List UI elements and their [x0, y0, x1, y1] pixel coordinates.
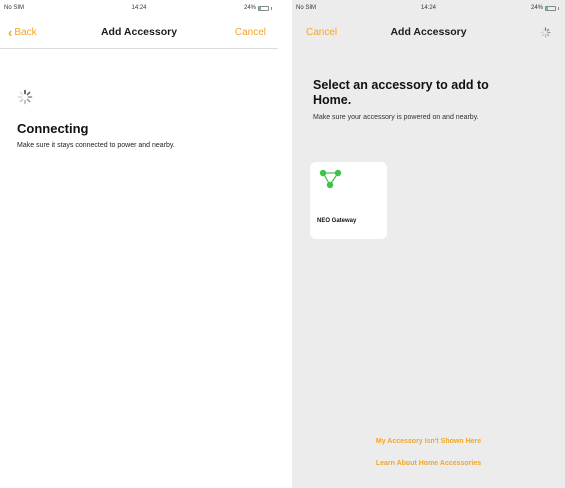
select-accessory-screen: No SIM 14:24 24% Cancel Add Accessory Se… — [292, 0, 565, 488]
battery-icon — [545, 5, 556, 11]
activity-spinner-icon — [17, 89, 33, 105]
battery-percent: 24% — [243, 5, 256, 11]
battery-indicator: 24% — [531, 5, 559, 11]
connecting-title: Connecting — [17, 121, 89, 136]
select-heading: Select an accessory to add to Home. — [313, 78, 489, 107]
status-bar: No SIM 14:24 24% — [0, 5, 278, 15]
activity-spinner-icon — [540, 27, 551, 38]
accessory-not-shown-link[interactable]: My Accessory Isn't Shown Here — [292, 438, 565, 445]
connecting-message: Make sure it stays connected to power an… — [17, 142, 175, 149]
navigation-bar: Cancel Add Accessory — [292, 18, 565, 48]
battery-percent: 24% — [530, 5, 543, 11]
status-bar: No SIM 14:24 24% — [292, 5, 565, 15]
gateway-icon — [318, 168, 346, 197]
cancel-button[interactable]: Cancel — [235, 27, 266, 38]
accessory-tile[interactable]: NEO Gateway — [310, 162, 387, 239]
navigation-bar: ‹ Back Add Accessory Cancel — [0, 18, 278, 49]
clock: 14:24 — [420, 5, 436, 11]
clock: 14:24 — [131, 5, 147, 11]
battery-indicator: 24% — [244, 5, 272, 11]
page-title: Add Accessory — [390, 26, 467, 38]
connecting-screen: No SIM 14:24 24% ‹ Back Add Accessory Ca… — [0, 0, 278, 488]
accessory-name: NEO Gateway — [317, 218, 357, 224]
learn-about-accessories-link[interactable]: Learn About Home Accessories — [292, 460, 565, 467]
battery-icon — [258, 5, 269, 11]
select-subheading: Make sure your accessory is powered on a… — [313, 114, 479, 121]
